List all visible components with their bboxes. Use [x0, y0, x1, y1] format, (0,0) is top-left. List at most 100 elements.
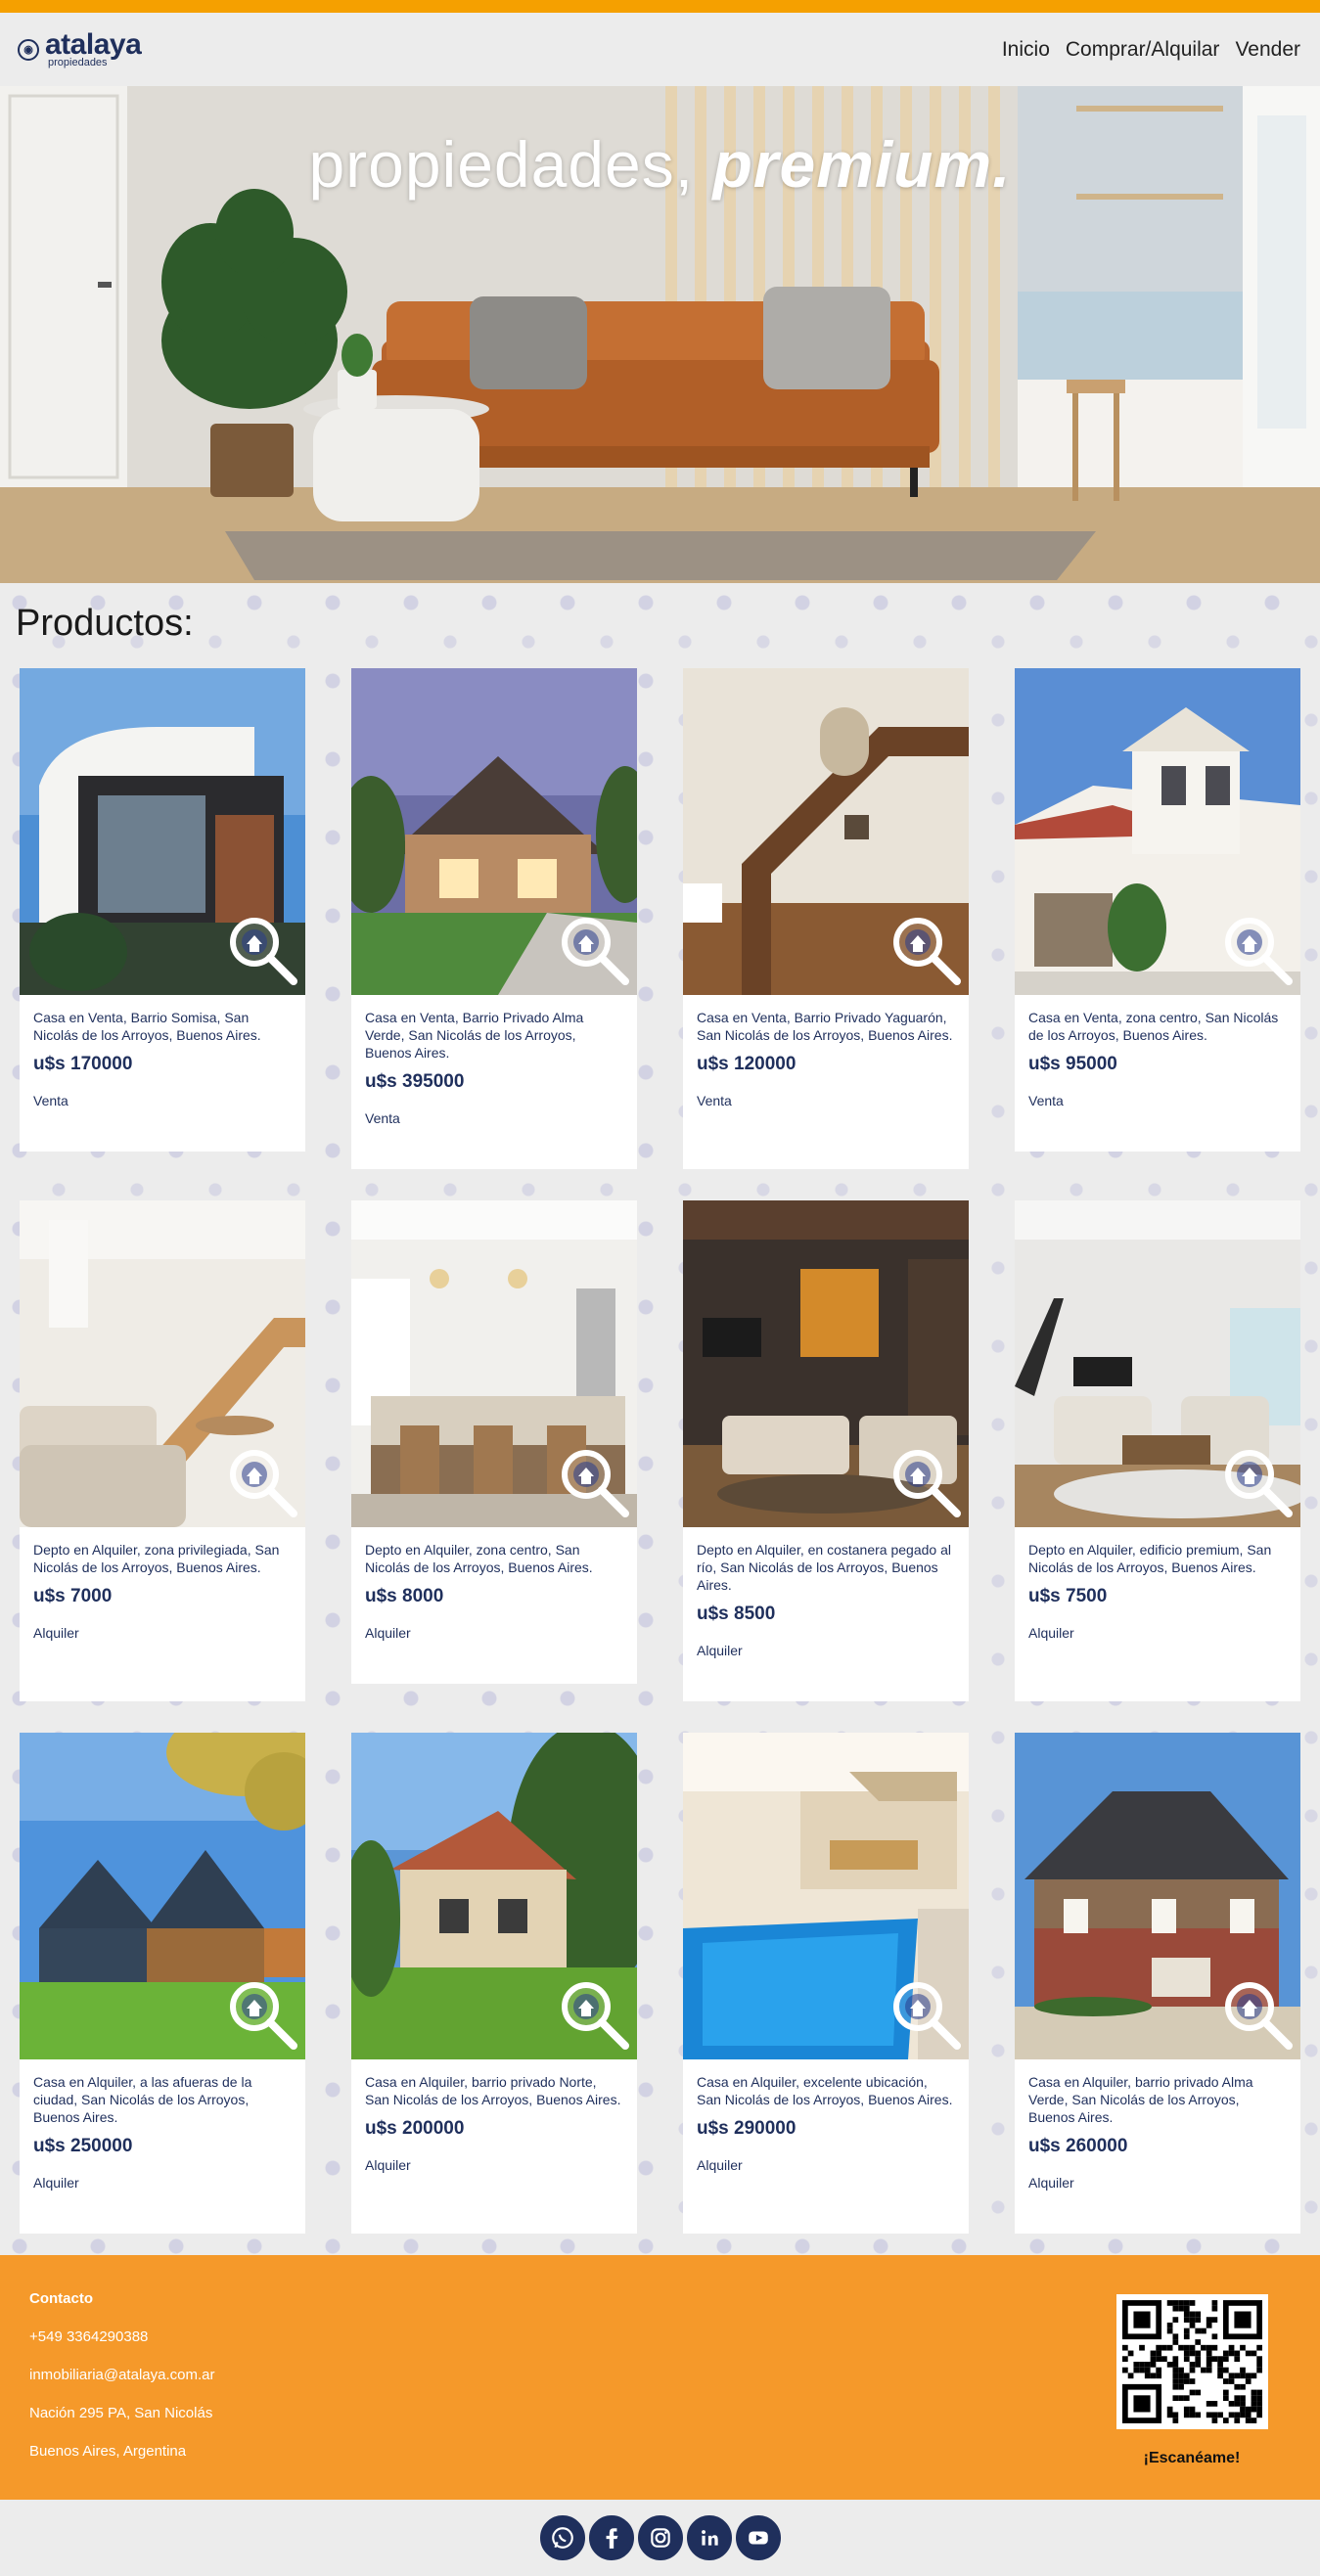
- property-info: Casa en Alquiler, barrio privado Alma Ve…: [1015, 2059, 1300, 2208]
- qr-code-graphic: [1122, 2300, 1262, 2423]
- hero-banner: propiedades, premium.: [0, 86, 1320, 583]
- property-photo[interactable]: [1015, 1733, 1300, 2059]
- property-card[interactable]: Depto en Alquiler, zona centro, San Nico…: [351, 1200, 637, 1684]
- property-description: Depto en Alquiler, edificio premium, San…: [1028, 1542, 1272, 1575]
- linkedin-icon[interactable]: [686, 2515, 732, 2560]
- instagram-icon[interactable]: [637, 2515, 683, 2560]
- property-type[interactable]: Alquiler: [365, 1625, 623, 1641]
- property-card[interactable]: Casa en Alquiler, barrio privado Alma Ve…: [1015, 1733, 1300, 2234]
- property-info: Casa en Alquiler, barrio privado Norte, …: [351, 2059, 637, 2191]
- property-card[interactable]: Casa en Alquiler, barrio privado Norte, …: [351, 1733, 637, 2234]
- property-photo[interactable]: [683, 668, 969, 995]
- zoom-magnifier-icon[interactable]: [555, 1443, 633, 1521]
- property-info: Depto en Alquiler, zona centro, San Nico…: [351, 1527, 637, 1658]
- property-photo[interactable]: [683, 1200, 969, 1527]
- zoom-magnifier-icon[interactable]: [223, 1443, 301, 1521]
- nav-vender-link[interactable]: Vender: [1235, 38, 1300, 62]
- property-price: u$s 7500: [1028, 1586, 1108, 1606]
- property-type[interactable]: Alquiler: [33, 1625, 292, 1641]
- property-price: u$s 8000: [365, 1586, 444, 1606]
- property-description: Casa en Alquiler, barrio privado Norte, …: [365, 2074, 621, 2107]
- property-description: Depto en Alquiler, zona privilegiada, Sa…: [33, 1542, 280, 1575]
- zoom-magnifier-icon[interactable]: [223, 1975, 301, 2054]
- property-photo[interactable]: [20, 1200, 305, 1527]
- property-description: Casa en Alquiler, excelente ubicación, S…: [697, 2074, 953, 2107]
- zoom-magnifier-icon[interactable]: [555, 911, 633, 989]
- property-card[interactable]: Casa en Venta, zona centro, San Nicolás …: [1015, 668, 1300, 1152]
- property-info: Casa en Venta, Barrio Privado Alma Verde…: [351, 995, 637, 1144]
- property-type[interactable]: Alquiler: [1028, 2175, 1287, 2191]
- zoom-magnifier-icon[interactable]: [887, 1975, 965, 2054]
- property-info: Depto en Alquiler, en costanera pegado a…: [683, 1527, 969, 1676]
- property-price: u$s 8500: [697, 1604, 776, 1624]
- property-type[interactable]: Alquiler: [365, 2157, 623, 2173]
- zoom-magnifier-icon[interactable]: [887, 1443, 965, 1521]
- contact-title: Contacto: [29, 2290, 93, 2307]
- property-info: Casa en Venta, zona centro, San Nicolás …: [1015, 995, 1300, 1126]
- property-card[interactable]: Casa en Alquiler, a las afueras de la ci…: [20, 1733, 305, 2234]
- property-card[interactable]: Casa en Venta, Barrio Somisa, San Nicolá…: [20, 668, 305, 1152]
- property-photo[interactable]: [20, 668, 305, 995]
- social-bar: [0, 2500, 1320, 2576]
- nav-comprar-alquilar-link[interactable]: Comprar/Alquilar: [1066, 38, 1220, 62]
- property-photo[interactable]: [683, 1733, 969, 2059]
- facebook-icon[interactable]: [588, 2515, 634, 2560]
- property-info: Casa en Alquiler, excelente ubicación, S…: [683, 2059, 969, 2191]
- property-description: Casa en Venta, Barrio Privado Yaguarón, …: [697, 1010, 953, 1043]
- contact-email[interactable]: inmobiliaria@atalaya.com.ar: [29, 2367, 214, 2383]
- logo-subtitle: propiedades: [48, 57, 108, 68]
- zoom-magnifier-icon[interactable]: [223, 911, 301, 989]
- property-description: Casa en Venta, Barrio Somisa, San Nicolá…: [33, 1010, 261, 1043]
- contact-phone[interactable]: +549 3364290388: [29, 2328, 214, 2345]
- logo[interactable]: ◉ atalaya propiedades: [18, 30, 142, 68]
- hero-title-bold: premium.: [712, 128, 1012, 201]
- property-photo[interactable]: [351, 1733, 637, 2059]
- contact-block: Contacto +549 3364290388 inmobiliaria@at…: [29, 2290, 214, 2481]
- site-footer: Contacto +549 3364290388 inmobiliaria@at…: [0, 2255, 1320, 2500]
- property-type[interactable]: Venta: [365, 1110, 623, 1126]
- property-card[interactable]: Casa en Venta, Barrio Privado Alma Verde…: [351, 668, 637, 1169]
- zoom-magnifier-icon[interactable]: [1218, 1443, 1297, 1521]
- zoom-magnifier-icon[interactable]: [887, 911, 965, 989]
- property-description: Depto en Alquiler, en costanera pegado a…: [697, 1542, 951, 1593]
- property-description: Casa en Venta, Barrio Privado Alma Verde…: [365, 1010, 584, 1061]
- property-photo[interactable]: [351, 668, 637, 995]
- property-description: Casa en Alquiler, a las afueras de la ci…: [33, 2074, 252, 2125]
- property-price: u$s 120000: [697, 1054, 797, 1074]
- property-info: Casa en Venta, Barrio Somisa, San Nicolá…: [20, 995, 305, 1126]
- property-card[interactable]: Depto en Alquiler, zona privilegiada, Sa…: [20, 1200, 305, 1701]
- property-type[interactable]: Alquiler: [697, 1643, 955, 1658]
- property-price: u$s 250000: [33, 2136, 133, 2156]
- property-card[interactable]: Depto en Alquiler, en costanera pegado a…: [683, 1200, 969, 1701]
- main-nav: Inicio Comprar/Alquilar Vender: [1002, 38, 1300, 62]
- property-photo[interactable]: [1015, 1200, 1300, 1527]
- site-header: ◉ atalaya propiedades Inicio Comprar/Alq…: [0, 13, 1320, 86]
- qr-label: ¡Escanéame!: [1143, 2450, 1241, 2466]
- property-info: Casa en Alquiler, a las afueras de la ci…: [20, 2059, 305, 2208]
- property-card[interactable]: Depto en Alquiler, edificio premium, San…: [1015, 1200, 1300, 1701]
- logo-mark-icon: ◉: [18, 38, 39, 61]
- property-info: Casa en Venta, Barrio Privado Yaguarón, …: [683, 995, 969, 1126]
- property-price: u$s 7000: [33, 1586, 113, 1606]
- whatsapp-icon[interactable]: [539, 2515, 585, 2560]
- zoom-magnifier-icon[interactable]: [555, 1975, 633, 2054]
- zoom-magnifier-icon[interactable]: [1218, 1975, 1297, 2054]
- qr-code[interactable]: [1116, 2294, 1268, 2429]
- property-type[interactable]: Venta: [697, 1093, 955, 1108]
- property-photo[interactable]: [351, 1200, 637, 1527]
- property-type[interactable]: Venta: [1028, 1093, 1287, 1108]
- nav-inicio-link[interactable]: Inicio: [1002, 38, 1050, 62]
- top-accent-bar: [0, 0, 1320, 13]
- zoom-magnifier-icon[interactable]: [1218, 911, 1297, 989]
- property-photo[interactable]: [1015, 668, 1300, 995]
- property-card[interactable]: Casa en Venta, Barrio Privado Yaguarón, …: [683, 668, 969, 1169]
- property-type[interactable]: Alquiler: [697, 2157, 955, 2173]
- property-type[interactable]: Venta: [33, 1093, 292, 1108]
- hero-title-light: propiedades,: [308, 128, 695, 201]
- property-photo[interactable]: [20, 1733, 305, 2059]
- property-card[interactable]: Casa en Alquiler, excelente ubicación, S…: [683, 1733, 969, 2234]
- youtube-icon[interactable]: [735, 2515, 781, 2560]
- property-type[interactable]: Alquiler: [33, 2175, 292, 2191]
- hero-title: propiedades, premium.: [0, 127, 1320, 202]
- property-type[interactable]: Alquiler: [1028, 1625, 1287, 1641]
